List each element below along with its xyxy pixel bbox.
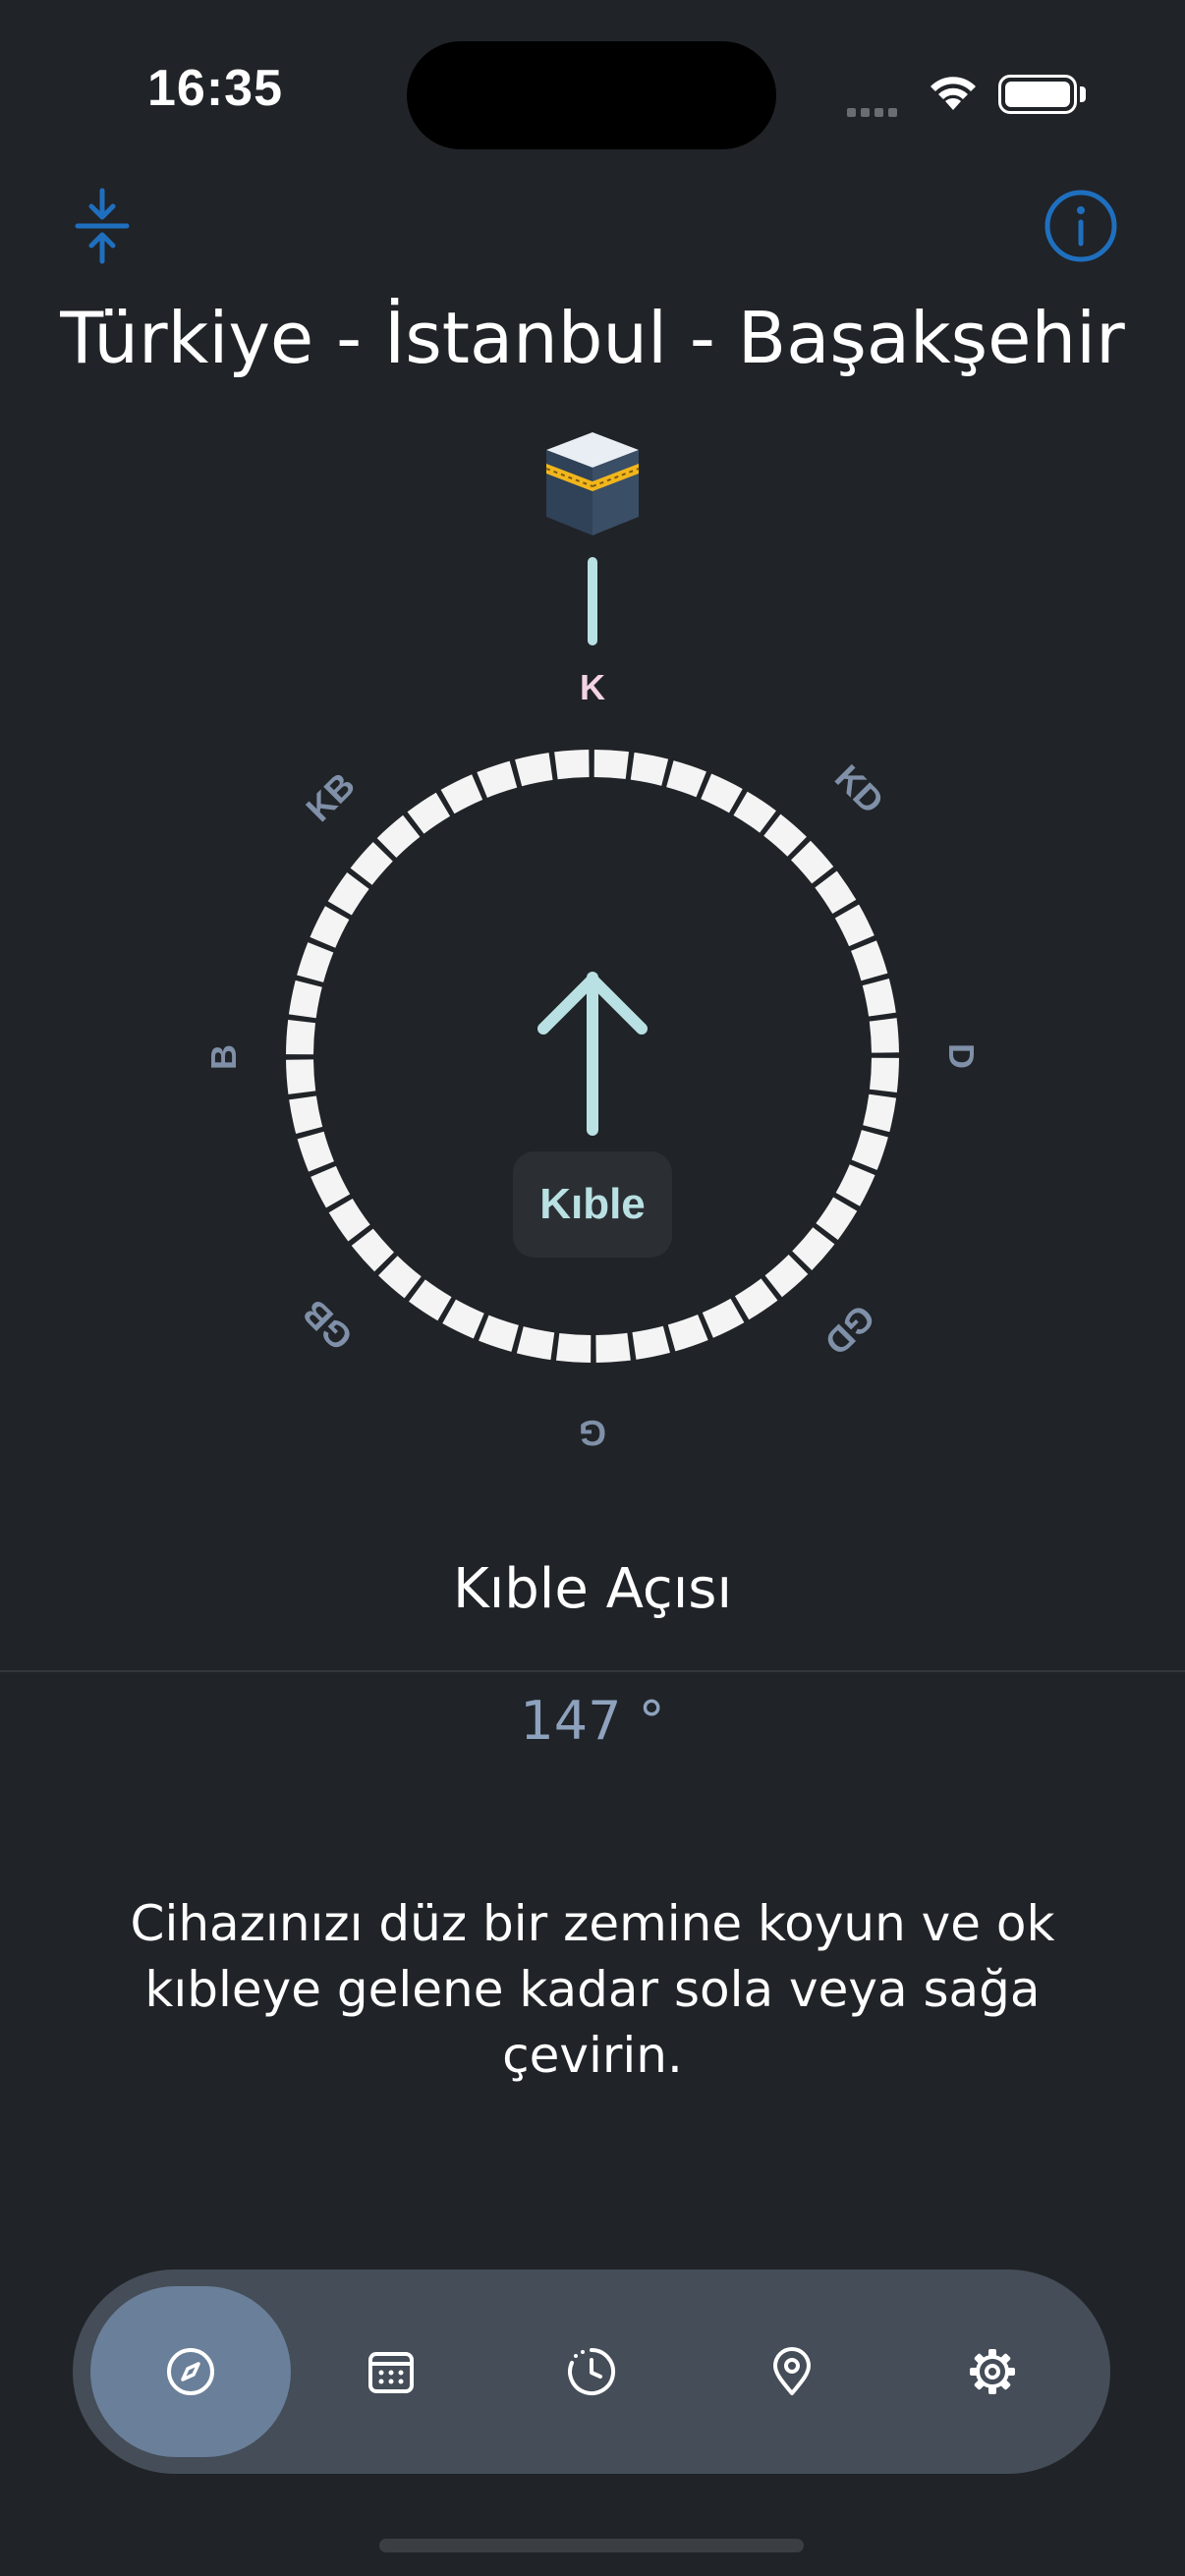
compass-ring-segment [791, 840, 834, 884]
compass-ring-segment [734, 1278, 778, 1320]
wifi-icon [928, 73, 979, 116]
compass-icon [167, 2348, 214, 2395]
status-time: 16:35 [147, 60, 283, 117]
compass-ring-segment [863, 1093, 897, 1133]
compass-ring-segment [764, 1255, 809, 1298]
tab-calendar[interactable] [291, 2286, 491, 2457]
compass-ring-segment [632, 1325, 670, 1360]
compass-ring-segment [835, 1164, 875, 1206]
compass-ring-segment [378, 1256, 422, 1299]
tab-settings[interactable] [892, 2286, 1093, 2457]
compass-ring-segment [407, 792, 451, 834]
compass-ring-segment [869, 1018, 899, 1053]
compass-ring-segment [286, 1019, 316, 1055]
compass-ring-segment [701, 773, 743, 813]
compass-ring-segment [851, 1130, 888, 1170]
direction-southeast-label: GD [817, 1297, 882, 1363]
compass-ring-segment [593, 750, 630, 780]
settings-gear-icon [970, 2349, 1015, 2394]
info-icon[interactable] [1042, 187, 1120, 265]
compass-ring-segment [516, 1326, 555, 1361]
compress-vertical-icon[interactable] [63, 187, 141, 265]
direction-southwest-label: GB [295, 1292, 361, 1358]
divider [0, 1670, 1185, 1672]
compass-ring-segment [289, 1095, 323, 1134]
direction-east-label: D [941, 1043, 982, 1069]
compass-ring-segment [288, 980, 322, 1019]
compass-ring-segment [630, 752, 669, 786]
compass-ring-segment [666, 760, 706, 798]
tab-bar [73, 2269, 1110, 2474]
instruction-text: Cihazınızı düz bir zemine koyun ve ok kı… [130, 1895, 1055, 2084]
compass-ring-segment [297, 1131, 334, 1172]
compass-ring-segment [702, 1298, 745, 1338]
compass-ring-segment [851, 940, 888, 981]
qibla-angle-title: Kıble Açısı [452, 1557, 733, 1621]
compass-ring-segment [442, 1299, 484, 1339]
qibla-label: Kıble [513, 1151, 672, 1258]
kaaba-icon [545, 432, 640, 535]
battery-nub [1080, 86, 1086, 102]
cellular-signal-icon [847, 102, 902, 121]
location-pin-icon [773, 2347, 811, 2395]
compass-ring-segment [376, 814, 421, 858]
direction-south-label: G [579, 1413, 606, 1453]
compass-ring-segment [351, 1228, 394, 1272]
tab-compass[interactable] [90, 2286, 291, 2457]
compass: K KD D GD G GB B KB [0, 413, 1185, 1474]
compass-ring-segment [667, 1315, 708, 1352]
compass-ring-segment [763, 813, 807, 857]
compass-ring-segment [286, 1059, 316, 1094]
compass-ring-segment [816, 1197, 858, 1240]
compass-ring-segment [555, 1332, 592, 1363]
compass-ring-segment [328, 1198, 370, 1242]
qibla-arrow [537, 972, 648, 1136]
compass-ring-segment [834, 904, 875, 947]
calendar-icon [368, 2352, 414, 2393]
qibla-angle-value: 147 ° [520, 1690, 665, 1752]
clock-history-icon [568, 2347, 616, 2395]
tab-prayer-times[interactable] [491, 2286, 692, 2457]
compass-ring-segment [310, 906, 350, 948]
compass-ring-segment [310, 1165, 351, 1208]
battery-icon [998, 75, 1077, 114]
location-title: Türkiye - İstanbul - Başakşehir [60, 297, 1125, 379]
compass-ring-segment [815, 870, 857, 915]
direction-west-label: B [203, 1044, 244, 1070]
compass-ring-segment [440, 774, 483, 814]
home-indicator [379, 2539, 804, 2552]
dynamic-island [407, 41, 776, 149]
compass-ring-segment [297, 942, 334, 982]
compass-ring-segment [515, 753, 553, 787]
compass-ring-segment [733, 791, 776, 833]
compass-ring-segment [554, 750, 590, 780]
compass-ring-segment [869, 1057, 899, 1093]
compass-ring-segment [479, 1315, 519, 1352]
compass-ring-segment [862, 979, 896, 1017]
direction-northwest-label: KB [298, 764, 363, 829]
direction-northeast-label: KD [827, 756, 892, 821]
compass-ring-segment [477, 760, 518, 798]
tab-location[interactable] [692, 2286, 892, 2457]
compass-ring-segment [409, 1279, 452, 1321]
compass-ring-segment [350, 842, 393, 885]
compass-ring-segment [327, 872, 369, 916]
direction-north-label: K [580, 667, 605, 707]
compass-ring-segment [792, 1227, 835, 1270]
compass-ring-segment [595, 1332, 631, 1363]
